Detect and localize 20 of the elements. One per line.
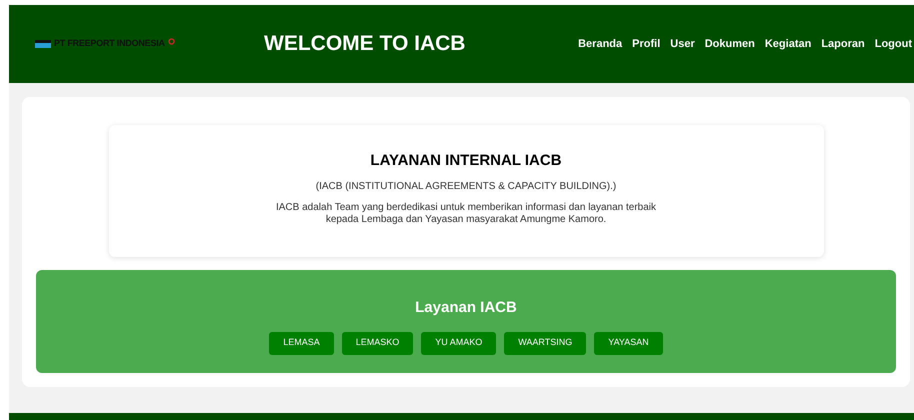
service-button[interactable]: YU AMAKO bbox=[421, 332, 496, 354]
nav-link[interactable]: Profil bbox=[632, 36, 660, 52]
nav-link[interactable]: User bbox=[670, 36, 695, 52]
service-button[interactable]: LEMASKO bbox=[342, 332, 414, 354]
registered-icon bbox=[168, 38, 175, 44]
intro-description: IACB adalah Team yang berdedikasi untuk memberikan informasi dan layanan terbaik kepada Lembaga dan Yayasan masyarakat Amungme Kamoro. bbox=[274, 202, 658, 226]
page-title: WELCOME TO IACB bbox=[264, 31, 466, 58]
nav-link[interactable]: Kegiatan bbox=[764, 36, 812, 52]
intro-title: LAYANAN INTERNAL IACB bbox=[370, 151, 562, 171]
services-title: Layanan IACB bbox=[415, 298, 517, 318]
nav-link[interactable]: Logout bbox=[874, 36, 912, 52]
logo-icon bbox=[35, 40, 51, 48]
nav-link[interactable]: Beranda bbox=[578, 36, 622, 52]
nav-link[interactable]: Laporan bbox=[821, 36, 865, 52]
logo-text: PT FREEPORT INDONESIA bbox=[54, 37, 165, 50]
intro-subtitle: (IACB (INSTITUTIONAL AGREEMENTS & CAPACITY BUILDING).) bbox=[316, 180, 616, 194]
nav-link[interactable]: Dokumen bbox=[704, 36, 755, 52]
service-button[interactable]: YAYASAN bbox=[594, 332, 663, 354]
service-button[interactable]: WAARTSING bbox=[504, 332, 586, 354]
service-button[interactable]: LEMASA bbox=[269, 332, 334, 354]
